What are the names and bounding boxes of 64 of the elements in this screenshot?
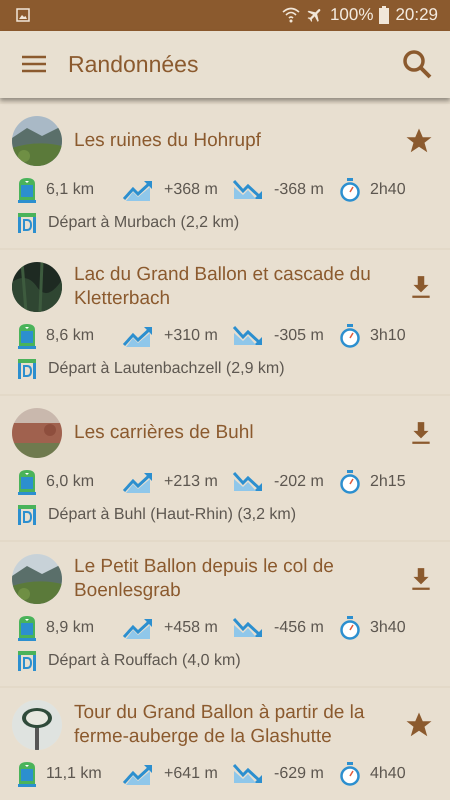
hike-card[interactable]: Lac du Grand Ballon et cascade du Kletterbach 8,6 km +310 m -305 m 3h10 Départ à Lautenbachzell (2,9 km) bbox=[0, 250, 450, 394]
descent-icon bbox=[232, 179, 264, 201]
milestone-icon bbox=[18, 177, 36, 203]
milestone-icon bbox=[18, 323, 36, 349]
duration: 2h15 bbox=[370, 473, 406, 491]
descent-icon bbox=[232, 471, 264, 493]
start-location: Départ à Buhl (Haut-Rhin) (3,2 km) bbox=[48, 506, 296, 524]
distance: 8,6 km bbox=[46, 327, 94, 345]
stopwatch-icon bbox=[340, 178, 360, 202]
hike-title: Lac du Grand Ballon et cascade du Kletterbach bbox=[74, 263, 372, 311]
descent: -456 m bbox=[274, 619, 324, 637]
descent: -629 m bbox=[274, 765, 324, 783]
distance: 8,9 km bbox=[46, 619, 94, 637]
milestone-icon bbox=[18, 615, 36, 641]
duration: 3h10 bbox=[370, 327, 406, 345]
distance: 6,1 km bbox=[46, 181, 94, 199]
start-flag-icon bbox=[18, 505, 36, 525]
screen-title: Randonnées bbox=[68, 50, 200, 78]
descent: -368 m bbox=[274, 181, 324, 199]
hike-title: Les carrières de Buhl bbox=[74, 421, 255, 445]
ascent: +213 m bbox=[164, 473, 218, 491]
start-location: Départ à Murbach (2,2 km) bbox=[48, 214, 240, 232]
descent: -202 m bbox=[274, 473, 324, 491]
ascent-icon bbox=[122, 179, 154, 201]
battery-level: 100% bbox=[330, 5, 374, 26]
hike-card[interactable]: Le Petit Ballon depuis le col de Boenlesgrab 8,9 km +458 m -456 m 3h40 Départ à Rouffach (4,0 km) bbox=[0, 542, 450, 686]
ascent: +310 m bbox=[164, 327, 218, 345]
ascent-icon bbox=[122, 471, 154, 493]
ascent-icon bbox=[122, 325, 154, 347]
start-location: Départ à Rouffach (4,0 km) bbox=[48, 652, 241, 670]
hike-card[interactable]: Tour du Grand Ballon à partir de la ferme-auberge de la Glashutte 11,1 km +641 m -629 m 4h40 bbox=[0, 688, 450, 800]
ascent: +641 m bbox=[164, 765, 218, 783]
start-flag-icon bbox=[18, 651, 36, 671]
stopwatch-icon bbox=[340, 470, 360, 494]
start-flag-icon bbox=[18, 359, 36, 379]
start-location: Départ à Lautenbachzell (2,9 km) bbox=[48, 360, 285, 378]
descent-icon bbox=[232, 763, 264, 785]
battery-icon bbox=[379, 6, 390, 24]
descent-icon bbox=[232, 325, 264, 347]
milestone-icon bbox=[18, 469, 36, 495]
ascent: +368 m bbox=[164, 181, 218, 199]
ascent-icon bbox=[122, 763, 154, 785]
clock: 20:29 bbox=[395, 5, 438, 26]
distance: 11,1 km bbox=[46, 765, 102, 783]
duration: 4h40 bbox=[370, 765, 406, 783]
milestone-icon bbox=[18, 761, 36, 787]
hike-title: Tour du Grand Ballon à partir de la ferme-auberge de la Glashutte bbox=[74, 701, 366, 749]
wifi-icon bbox=[282, 6, 300, 24]
descent: -305 m bbox=[274, 327, 324, 345]
hike-card[interactable]: Les ruines du Hohrupf 6,1 km +368 m -368 m 2h40 Départ à Murbach (2,2 km) bbox=[0, 104, 450, 248]
gallery-icon bbox=[16, 8, 30, 22]
stopwatch-icon bbox=[340, 762, 360, 786]
hike-title: Le Petit Ballon depuis le col de Boenlesgrab bbox=[74, 555, 335, 603]
distance: 6,0 km bbox=[46, 473, 94, 491]
hike-card[interactable]: Les carrières de Buhl 6,0 km +213 m -202 m 2h15 Départ à Buhl (Haut-Rhin) (3,2 km) bbox=[0, 396, 450, 540]
duration: 2h40 bbox=[370, 181, 406, 199]
hike-title: Les ruines du Hohrupf bbox=[74, 129, 262, 153]
descent-icon bbox=[232, 617, 264, 639]
ascent: +458 m bbox=[164, 619, 218, 637]
duration: 3h40 bbox=[370, 619, 406, 637]
stopwatch-icon bbox=[340, 324, 360, 348]
start-flag-icon bbox=[18, 213, 36, 233]
ascent-icon bbox=[122, 617, 154, 639]
stopwatch-icon bbox=[340, 616, 360, 640]
